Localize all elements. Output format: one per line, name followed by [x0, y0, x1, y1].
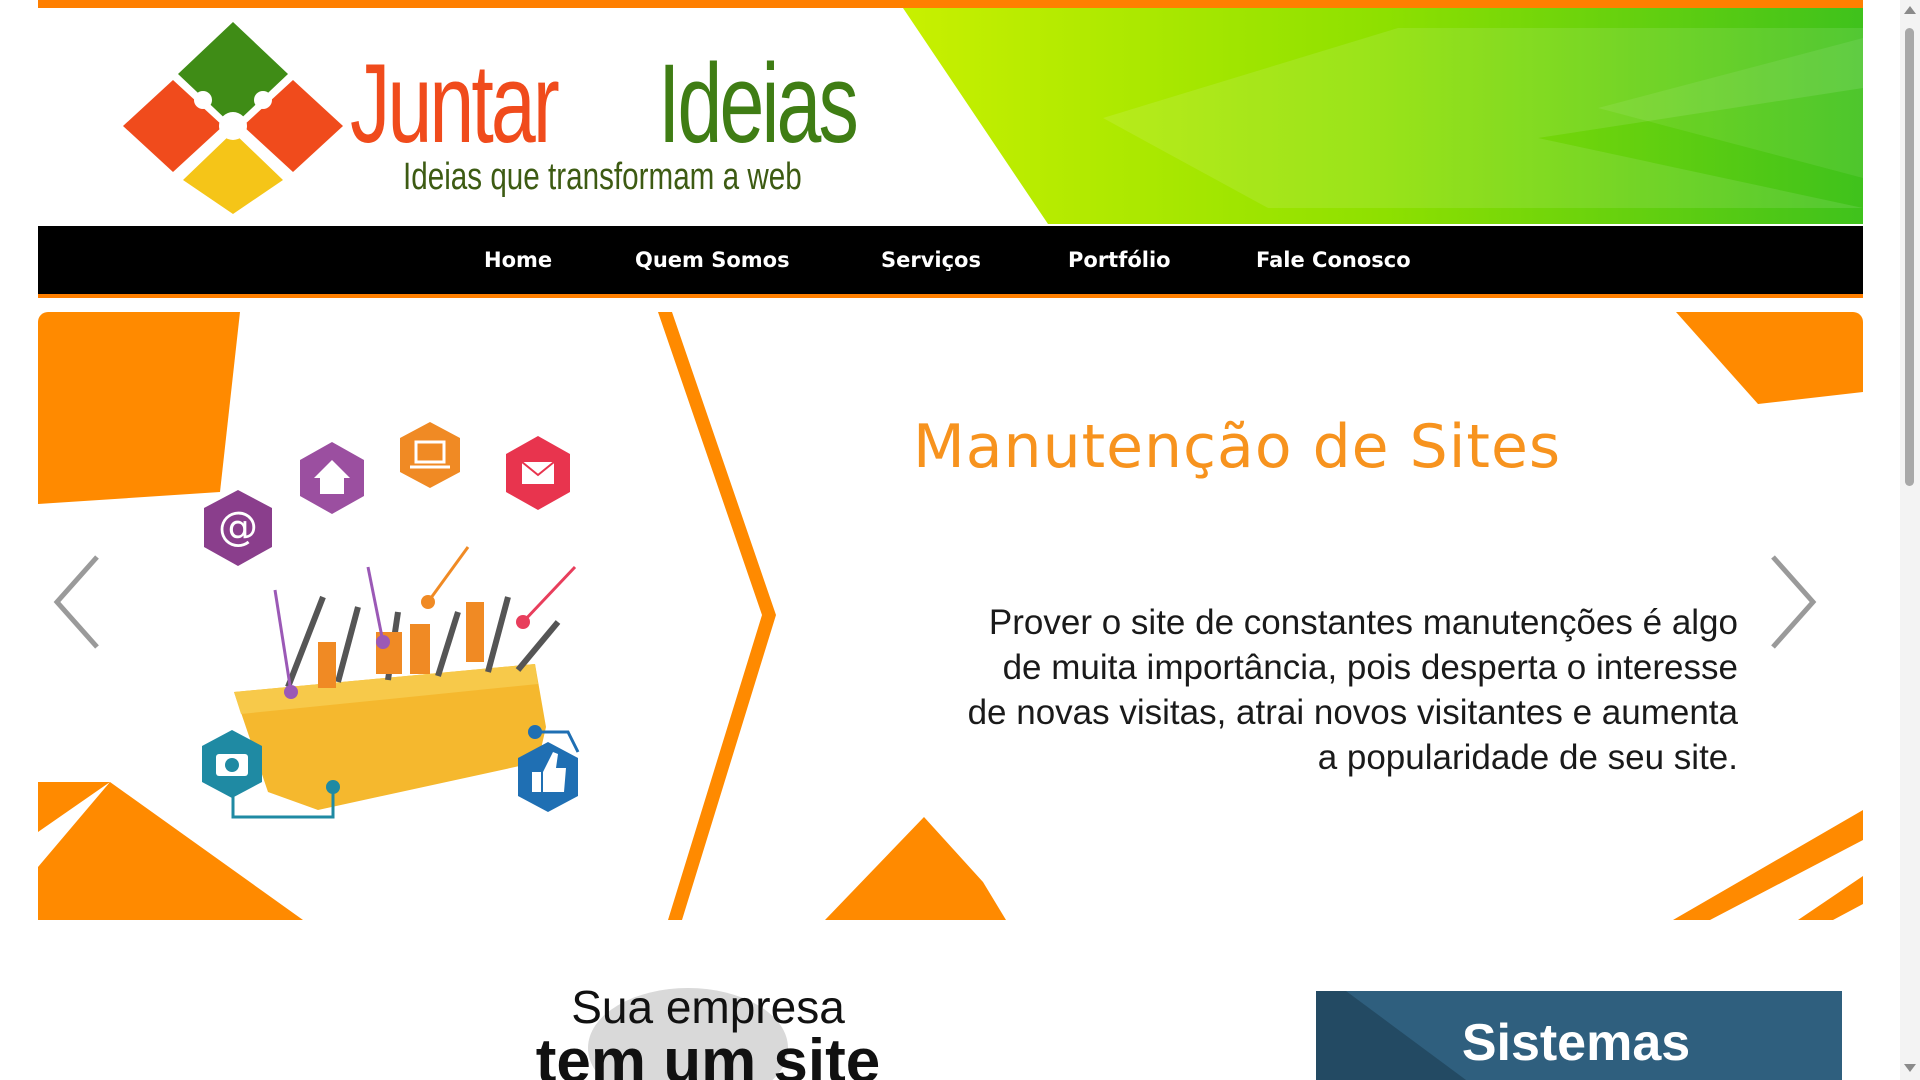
page: Juntar Ideias Ideias que transformam a w… — [38, 0, 1863, 1080]
slider-next-arrow-icon[interactable] — [1768, 552, 1818, 652]
slider-prev-arrow-icon[interactable] — [52, 552, 102, 652]
scroll-down-arrow-icon[interactable] — [1904, 1064, 1916, 1072]
systems-banner[interactable]: Sistemas — [1316, 991, 1842, 1080]
site-header: Juntar Ideias Ideias que transformam a w… — [38, 8, 1863, 224]
main-navigation: Home Quem Somos Serviços Portfólio Fale … — [38, 226, 1863, 294]
nav-item-servicos[interactable]: Serviços — [881, 226, 981, 294]
nav-item-fale-conosco[interactable]: Fale Conosco — [1256, 226, 1411, 294]
scroll-thumb[interactable] — [1905, 28, 1914, 486]
slide-text-line: de muita importância, pois desperta o in… — [1002, 648, 1738, 687]
laptop-icon — [400, 422, 460, 488]
brand-name-juntar: Juntar — [350, 41, 560, 166]
nav-item-portfolio[interactable]: Portfólio — [1068, 226, 1171, 294]
slide-title: Manutenção de Sites — [913, 412, 1562, 482]
hero-slider: @ Manutenção de Sites Prover o site de c… — [38, 312, 1863, 920]
puzzle-logo-icon — [123, 22, 343, 214]
header-top-strip — [38, 0, 1863, 8]
mail-icon — [506, 436, 570, 510]
scroll-up-arrow-icon[interactable] — [1904, 6, 1916, 14]
slide-text-line: Prover o site de constantes manutenções … — [988, 603, 1738, 642]
slide-text-line: a popularidade de seu site. — [1317, 738, 1738, 777]
promo-banner: Sua empresa tem um site — [458, 980, 958, 1080]
promo-line-2: tem um site — [535, 1027, 881, 1080]
home-icon — [300, 442, 364, 514]
nav-item-home[interactable]: Home — [484, 226, 552, 294]
svg-text:@: @ — [218, 504, 258, 550]
nav-bottom-border — [38, 294, 1863, 298]
systems-label: Sistemas — [1461, 1014, 1691, 1072]
brand-tagline: Ideias que transformam a web — [403, 156, 802, 198]
nav-item-quem-somos[interactable]: Quem Somos — [635, 226, 790, 294]
slide-description: Prover o site de constantes manutenções … — [858, 600, 1738, 780]
at-icon: @ — [204, 490, 272, 566]
vertical-scrollbar[interactable] — [1900, 0, 1920, 1080]
slide-text-line: de novas visitas, atrai novos visitantes… — [967, 693, 1738, 732]
brand-name-ideias: Ideias — [658, 41, 859, 166]
